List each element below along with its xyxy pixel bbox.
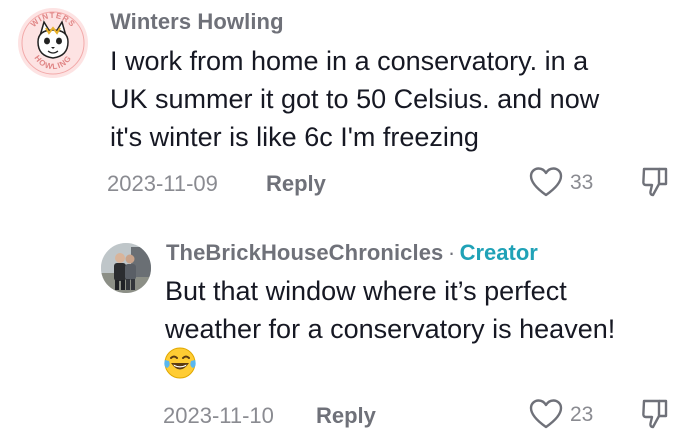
like-count: 33 <box>570 171 594 194</box>
reply-line: weather for a conservatory is heaven! <box>165 314 616 344</box>
photo-avatar <box>101 243 151 293</box>
reply-button[interactable]: Reply <box>266 171 326 197</box>
username[interactable]: TheBrickHouseChronicles <box>166 240 443 265</box>
laughing-emoji: 😂 <box>163 346 199 382</box>
separator-dot: · <box>447 240 456 265</box>
creator-badge: Creator <box>459 240 538 265</box>
like-button[interactable] <box>529 398 565 432</box>
comment-date: 2023-11-09 <box>107 171 218 196</box>
heart-outline-icon <box>529 399 563 429</box>
reply-date: 2023-11-10 <box>163 403 274 428</box>
dislike-button[interactable] <box>640 166 670 200</box>
comment-line: it's winter is like 6c I'm freezing <box>110 122 479 152</box>
reply-text: But that window where it’s perfect weath… <box>165 272 615 348</box>
comment-line: I work from home in a conservatory. in a <box>110 46 589 76</box>
dislike-button[interactable] <box>640 398 670 432</box>
reply-header: TheBrickHouseChronicles · Creator <box>166 240 538 266</box>
reply-line: But that window where it’s perfect <box>165 276 567 306</box>
winters-howling-cat-logo-icon: WINTERS HOWLING <box>19 9 87 77</box>
thumbs-down-icon <box>642 399 668 429</box>
avatar[interactable] <box>101 243 151 293</box>
comment-line: UK summer it got to 50 Celsius. and now <box>110 84 600 114</box>
thumbs-down-icon <box>642 167 668 197</box>
like-button[interactable] <box>529 166 565 200</box>
like-count: 23 <box>570 403 594 426</box>
username[interactable]: Winters Howling <box>110 9 284 35</box>
heart-outline-icon <box>529 167 563 197</box>
avatar[interactable]: WINTERS HOWLING <box>18 8 88 78</box>
reply-button[interactable]: Reply <box>316 403 376 429</box>
tears-of-joy-icon <box>164 347 196 379</box>
comment-text: I work from home in a conservatory. in a… <box>110 42 599 156</box>
